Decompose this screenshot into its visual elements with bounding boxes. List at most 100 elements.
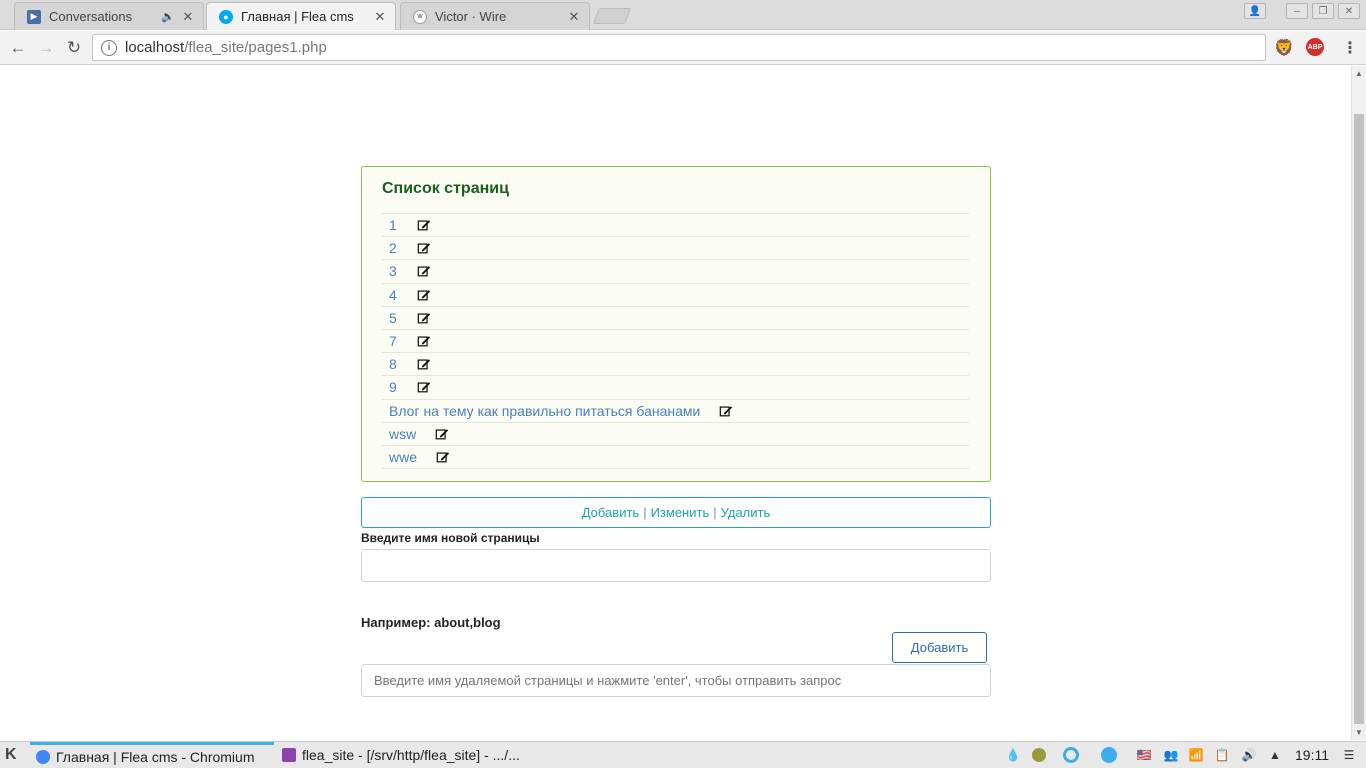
status-dot-icon[interactable] — [1030, 746, 1048, 764]
page-link[interactable]: 8 — [389, 356, 417, 372]
forward-arrow-icon[interactable]: → — [34, 36, 58, 60]
pages-panel: Список страниц 1 2 3 4 5 7 8 9 Влог на тему как … — [361, 166, 991, 482]
tab-conversations[interactable]: ▶ Conversations 🔈 ✕ — [14, 2, 204, 30]
separator: | — [713, 505, 717, 520]
address-bar[interactable]: i localhost/flea_site/pages1.php — [92, 34, 1266, 61]
scroll-down-icon[interactable]: ▼ — [1355, 728, 1363, 737]
speaker-icon[interactable]: 🔈 — [161, 10, 175, 23]
menu-kebab-icon[interactable]: ⋮ — [1340, 38, 1360, 58]
lion-extension-icon[interactable]: 🦁 — [1274, 38, 1294, 58]
page-link[interactable]: 4 — [389, 287, 417, 303]
page-link[interactable]: wwe — [389, 449, 417, 465]
page-row: wwe — [382, 446, 969, 470]
add-page-button[interactable]: Добавить — [892, 632, 987, 663]
clipboard-icon[interactable]: 📋 — [1213, 746, 1231, 764]
page-link[interactable]: 9 — [389, 379, 417, 395]
page-row: 7 — [382, 330, 969, 354]
chromium-icon — [36, 749, 50, 764]
add-action-link[interactable]: Добавить — [582, 505, 639, 520]
page-row: 5 — [382, 307, 969, 330]
url-path: /flea_site/pages1.php — [184, 39, 327, 56]
actions-bar: Добавить | Изменить | Удалить — [361, 497, 991, 528]
page-row: wsw — [382, 423, 969, 446]
delete-action-link[interactable]: Удалить — [721, 505, 771, 520]
scroll-thumb[interactable] — [1354, 114, 1364, 724]
minimize-icon[interactable]: – — [1286, 3, 1308, 19]
close-tab-icon[interactable]: ✕ — [181, 9, 195, 25]
edit-icon[interactable] — [417, 380, 431, 394]
page-scrollbar[interactable]: ▲ ▼ — [1351, 66, 1366, 740]
edit-icon[interactable] — [417, 334, 431, 348]
taskbar-item-phpstorm[interactable]: flea_site - [/srv/http/flea_site] - .../… — [276, 742, 520, 768]
page-row: Влог на тему как правильно питаться бана… — [382, 400, 969, 423]
edit-icon[interactable] — [417, 241, 431, 255]
new-page-input[interactable] — [361, 549, 991, 582]
page-link[interactable]: 2 — [389, 240, 417, 256]
edit-icon[interactable] — [436, 450, 450, 464]
example-hint: Например: about,blog — [361, 615, 501, 630]
close-window-icon[interactable]: ✕ — [1338, 3, 1360, 19]
new-page-label: Введите имя новой страницы — [361, 531, 540, 545]
tray-expand-icon[interactable]: ▲ — [1266, 746, 1284, 764]
task-title: flea_site - [/srv/http/flea_site] - .../… — [302, 747, 520, 763]
separator: | — [643, 505, 647, 520]
user-profile-icon[interactable]: 👤 — [1244, 3, 1266, 19]
page-link[interactable]: 1 — [389, 217, 417, 233]
kde-launcher-icon[interactable]: K — [5, 746, 23, 764]
play-icon: ▶ — [27, 9, 41, 24]
new-tab-button[interactable] — [593, 8, 631, 24]
wifi-icon[interactable]: 📶 — [1187, 746, 1205, 764]
droplet-tray-icon[interactable]: 💧 — [1004, 746, 1022, 764]
page-link[interactable]: 7 — [389, 333, 417, 349]
tab-title: Главная | Flea cms — [241, 9, 354, 24]
chrome-tray-icon[interactable] — [1100, 746, 1118, 764]
page-link[interactable]: Влог на тему как правильно питаться бана… — [389, 403, 700, 419]
edit-icon[interactable] — [417, 311, 431, 325]
back-arrow-icon[interactable]: ← — [6, 36, 30, 60]
close-tab-icon[interactable]: ✕ — [373, 9, 387, 25]
info-icon[interactable]: i — [101, 39, 117, 56]
taskbar-item-chromium[interactable]: Главная | Flea cms - Chromium — [30, 742, 274, 768]
edit-icon[interactable] — [417, 357, 431, 371]
page-link[interactable]: 3 — [389, 263, 417, 279]
page-row: 2 — [382, 237, 969, 261]
scroll-up-icon[interactable]: ▲ — [1355, 69, 1363, 78]
edit-icon[interactable] — [719, 404, 733, 418]
pages-list: 1 2 3 4 5 7 8 9 Влог на тему как правильно питат… — [382, 213, 969, 470]
edit-icon[interactable] — [417, 264, 431, 278]
wire-icon: w — [413, 9, 427, 24]
page-row: 8 — [382, 353, 969, 377]
tab-title: Victor · Wire — [435, 9, 507, 24]
edit-icon[interactable] — [435, 427, 449, 441]
page-row: 9 — [382, 376, 969, 400]
tab-victor-wire[interactable]: w Victor · Wire ✕ — [400, 2, 590, 30]
sync-tray-icon[interactable] — [1062, 746, 1080, 764]
close-tab-icon[interactable]: ✕ — [567, 9, 581, 25]
reload-icon[interactable]: ↻ — [62, 36, 86, 60]
page-link[interactable]: 5 — [389, 310, 417, 326]
edit-icon[interactable] — [417, 218, 431, 232]
phpstorm-icon — [282, 748, 296, 762]
adblock-plus-icon[interactable]: ABP — [1306, 38, 1324, 56]
us-flag-icon[interactable]: 🇺🇸 — [1135, 746, 1153, 764]
panel-title: Список страниц — [382, 180, 509, 197]
edit-action-link[interactable]: Изменить — [651, 505, 710, 520]
hamburger-menu-icon[interactable]: ☰ — [1340, 746, 1358, 764]
clock[interactable]: 19:11 — [1295, 747, 1329, 763]
page-link[interactable]: wsw — [389, 426, 416, 442]
page-row: 3 — [382, 260, 969, 284]
tab-flea-cms[interactable]: ● Главная | Flea cms ✕ — [206, 2, 396, 30]
delete-page-input[interactable] — [361, 664, 991, 697]
edit-icon[interactable] — [417, 288, 431, 302]
page-row: 1 — [382, 214, 969, 238]
volume-icon[interactable]: 🔊 — [1240, 746, 1258, 764]
page-row: 4 — [382, 284, 969, 307]
maximize-icon[interactable]: ❐ — [1312, 3, 1334, 19]
droplet-icon: ● — [219, 9, 233, 24]
users-tray-icon[interactable]: 👥 — [1162, 746, 1180, 764]
os-taskbar: K Главная | Flea cms - Chromium flea_sit… — [0, 741, 1366, 768]
url-host: localhost — [125, 39, 185, 56]
tab-title: Conversations — [49, 9, 133, 24]
browser-toolbar: ← → ↻ i localhost/flea_site/pages1.php 🦁… — [0, 31, 1366, 65]
task-title: Главная | Flea cms - Chromium — [56, 748, 255, 765]
